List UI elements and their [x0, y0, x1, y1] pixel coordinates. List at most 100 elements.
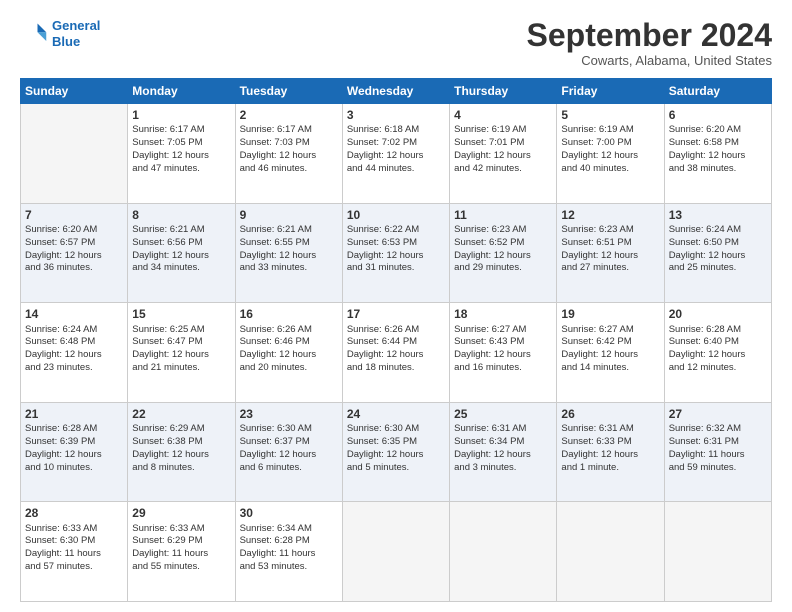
- day-info-line: Daylight: 12 hours: [347, 449, 424, 460]
- table-row: 17Sunrise: 6:26 AMSunset: 6:44 PMDayligh…: [342, 303, 449, 403]
- day-info-line: Sunrise: 6:23 AM: [561, 224, 633, 235]
- day-info-line: Sunrise: 6:33 AM: [25, 523, 97, 534]
- logo-icon: [20, 20, 48, 48]
- table-row: 4Sunrise: 6:19 AM Sunset: 7:01 PM Daylight…: [450, 104, 557, 204]
- day-info-line: Daylight: 12 hours: [454, 150, 531, 161]
- calendar-row-3: 14Sunrise: 6:24 AMSunset: 6:48 PMDayligh…: [21, 303, 772, 403]
- day-info-line: Sunset: 6:51 PM: [561, 237, 631, 248]
- table-row: 1Sunrise: 6:17 AMSunset: 7:05 PMDaylight…: [128, 104, 235, 204]
- col-tuesday: Tuesday: [235, 79, 342, 104]
- calendar-row-2: 7Sunrise: 6:20 AMSunset: 6:57 PMDaylight…: [21, 203, 772, 303]
- day-info-line: Sunrise: 6:27 AM: [454, 324, 526, 335]
- day-info-line: Daylight: 12 hours: [561, 449, 638, 460]
- col-thursday: Thursday: [450, 79, 557, 104]
- day-info-line: Sunrise: 6:24 AM: [25, 324, 97, 335]
- day-info-line: Sunset: 6:34 PM: [454, 436, 524, 447]
- day-number: 23: [240, 406, 338, 422]
- day-info-line: Daylight: 12 hours: [454, 449, 531, 460]
- day-info-line: and 8 minutes.: [132, 462, 194, 473]
- day-info-line: Sunrise: 6:26 AM: [347, 324, 419, 335]
- table-row: 19Sunrise: 6:27 AMSunset: 6:42 PMDayligh…: [557, 303, 664, 403]
- day-info-line: Sunrise: 6:17 AM: [240, 124, 312, 135]
- day-number: 9: [240, 207, 338, 223]
- day-info-line: and 14 minutes.: [561, 362, 629, 373]
- day-number: 3: [347, 107, 445, 123]
- day-info-line: Sunrise: 6:19 AM: [454, 124, 526, 135]
- day-info-line: and 36 minutes.: [25, 262, 93, 273]
- day-info-line: and 57 minutes.: [25, 561, 93, 572]
- day-number: 26: [561, 406, 659, 422]
- day-info-line: and 1 minute.: [561, 462, 619, 473]
- day-info-line: and 3 minutes.: [454, 462, 516, 473]
- day-info-line: Sunset: 6:58 PM: [669, 137, 739, 148]
- location: Cowarts, Alabama, United States: [527, 53, 772, 68]
- day-number: 10: [347, 207, 445, 223]
- day-number: 28: [25, 505, 123, 521]
- day-info-line: Sunset: 7:02 PM: [347, 137, 417, 148]
- col-monday: Monday: [128, 79, 235, 104]
- day-info-line: and 40 minutes.: [561, 163, 629, 174]
- day-number: 14: [25, 306, 123, 322]
- day-number: 6: [669, 107, 767, 123]
- table-row: 20Sunrise: 6:28 AMSunset: 6:40 PMDayligh…: [664, 303, 771, 403]
- day-number: 30: [240, 505, 338, 521]
- day-info-line: Daylight: 11 hours: [669, 449, 745, 460]
- table-row: 30Sunrise: 6:34 AMSunset: 6:28 PMDayligh…: [235, 502, 342, 602]
- day-info-line: Daylight: 12 hours: [454, 250, 531, 261]
- day-info-line: Daylight: 12 hours: [347, 250, 424, 261]
- table-row: [664, 502, 771, 602]
- day-info-line: Sunrise: 6:21 AM: [240, 224, 312, 235]
- col-friday: Friday: [557, 79, 664, 104]
- day-number: 8: [132, 207, 230, 223]
- day-info-line: Daylight: 12 hours: [25, 449, 102, 460]
- day-number: 4: [454, 107, 552, 123]
- logo-blue: Blue: [52, 34, 80, 49]
- table-row: 27Sunrise: 6:32 AM Sunset: 6:31 PM Dayligh…: [664, 402, 771, 502]
- day-info-line: Sunset: 6:56 PM: [132, 237, 202, 248]
- day-number: 12: [561, 207, 659, 223]
- day-number: 1: [132, 107, 230, 123]
- day-info-line: Sunset: 6:33 PM: [561, 436, 631, 447]
- day-info-line: Daylight: 12 hours: [561, 349, 638, 360]
- day-number: 27: [669, 406, 767, 422]
- day-info-line: and 27 minutes.: [561, 262, 629, 273]
- table-row: 23Sunrise: 6:30 AMSunset: 6:37 PMDayligh…: [235, 402, 342, 502]
- table-row: 21Sunrise: 6:28 AMSunset: 6:39 PMDayligh…: [21, 402, 128, 502]
- day-number: 7: [25, 207, 123, 223]
- day-info-line: and 42 minutes.: [454, 163, 522, 174]
- table-row: [450, 502, 557, 602]
- day-info-line: Sunrise: 6:29 AM: [132, 423, 204, 434]
- day-number: 20: [669, 306, 767, 322]
- table-row: 12Sunrise: 6:23 AMSunset: 6:51 PMDayligh…: [557, 203, 664, 303]
- day-info-line: Sunrise: 6:23 AM: [454, 224, 526, 235]
- day-info-line: Sunrise: 6:31 AM: [454, 423, 526, 434]
- day-info-line: Sunrise: 6:32 AM: [669, 423, 741, 434]
- calendar-header-row: Sunday Monday Tuesday Wednesday Thursday…: [21, 79, 772, 104]
- day-info-line: Sunset: 6:42 PM: [561, 336, 631, 347]
- table-row: 6Sunrise: 6:20 AMSunset: 6:58 PMDaylight…: [664, 104, 771, 204]
- day-number: 15: [132, 306, 230, 322]
- table-row: [557, 502, 664, 602]
- day-info-line: Daylight: 12 hours: [132, 449, 209, 460]
- table-row: 18Sunrise: 6:27 AMSunset: 6:43 PMDayligh…: [450, 303, 557, 403]
- day-info-line: Sunset: 6:31 PM: [669, 436, 739, 447]
- day-info-line: Daylight: 12 hours: [669, 250, 746, 261]
- day-info-line: Sunset: 6:29 PM: [132, 535, 202, 546]
- day-info-line: and 5 minutes.: [347, 462, 409, 473]
- day-number: 25: [454, 406, 552, 422]
- logo-text: General Blue: [52, 18, 100, 49]
- day-info-line: Daylight: 11 hours: [132, 548, 208, 559]
- day-info-line: Sunset: 7:01 PM: [454, 137, 524, 148]
- day-number: 24: [347, 406, 445, 422]
- header-right: September 2024 Cowarts, Alabama, United …: [527, 18, 772, 68]
- day-info-line: Sunset: 6:46 PM: [240, 336, 310, 347]
- day-number: 13: [669, 207, 767, 223]
- table-row: 25Sunrise: 6:31 AM Sunset: 6:34 PM Dayligh…: [450, 402, 557, 502]
- day-info-line: Daylight: 12 hours: [347, 349, 424, 360]
- table-row: 13Sunrise: 6:24 AMSunset: 6:50 PMDayligh…: [664, 203, 771, 303]
- day-info-line: Sunrise: 6:30 AM: [240, 423, 312, 434]
- table-row: [21, 104, 128, 204]
- day-info-line: Sunrise: 6:28 AM: [25, 423, 97, 434]
- table-row: 11Sunrise: 6:23 AMSunset: 6:52 PMDayligh…: [450, 203, 557, 303]
- table-row: [342, 502, 449, 602]
